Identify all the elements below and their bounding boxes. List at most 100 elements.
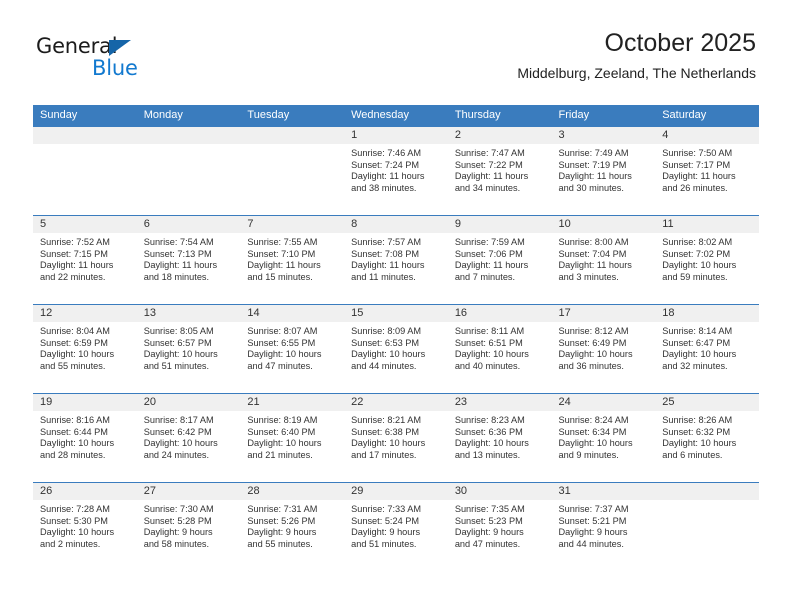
calendar-day-cell[interactable]: 20 Sunrise: 8:17 AM Sunset: 6:42 PM Dayligh… xyxy=(136,393,241,483)
calendar-day-cell[interactable]: 18 Sunrise: 8:14 AM Sunset: 6:47 PM Dayligh… xyxy=(655,304,759,394)
daylight-duration-line2: and 40 minutes. xyxy=(454,360,521,371)
calendar-day-cell[interactable]: 29 Sunrise: 7:33 AM Sunset: 5:24 PM Dayligh… xyxy=(344,482,448,571)
calendar-day-cell[interactable]: 21 Sunrise: 8:19 AM Sunset: 6:40 PM Dayligh… xyxy=(240,393,345,483)
sunrise-time: Sunrise: 8:21 AM xyxy=(351,415,422,425)
sunrise-time: Sunrise: 8:09 AM xyxy=(351,326,422,336)
calendar-day-cell[interactable]: 3 Sunrise: 7:49 AM Sunset: 7:19 PM Daylight… xyxy=(551,126,656,216)
sunrise-time: Sunrise: 8:26 AM xyxy=(662,415,733,425)
daylight-duration-line1: Daylight: 10 hours xyxy=(143,438,218,449)
calendar-day-cell[interactable]: 2 Sunrise: 7:47 AM Sunset: 7:22 PM Daylight… xyxy=(447,126,552,216)
sunrise-time: Sunrise: 7:35 AM xyxy=(454,504,525,514)
daylight-duration-line1: Daylight: 11 hours xyxy=(662,171,736,182)
sunrise-sunset-calendar: Sunday Monday Tuesday Wednesday Thursday… xyxy=(33,105,759,571)
daylight-duration-line2: and 26 minutes. xyxy=(662,182,728,193)
calendar-day-cell[interactable]: 27 Sunrise: 7:30 AM Sunset: 5:28 PM Dayligh… xyxy=(136,482,241,571)
daylight-duration-line2: and 3 minutes. xyxy=(558,271,619,282)
calendar-day-cell[interactable]: 30 Sunrise: 7:35 AM Sunset: 5:23 PM Dayligh… xyxy=(447,482,552,571)
daylight-duration-line1: Daylight: 10 hours xyxy=(454,438,529,449)
calendar-day-cell[interactable]: 12 Sunrise: 8:04 AM Sunset: 6:59 PM Dayligh… xyxy=(33,304,137,394)
day-details: Sunrise: 8:19 AM Sunset: 6:40 PM Daylight:… xyxy=(240,411,344,461)
daylight-duration-line2: and 24 minutes. xyxy=(143,449,210,460)
day-number: 15 xyxy=(344,305,448,322)
calendar-day-cell[interactable]: 9 Sunrise: 7:59 AM Sunset: 7:06 PM Daylight… xyxy=(447,215,552,305)
sunrise-time: Sunrise: 7:57 AM xyxy=(351,237,422,247)
daylight-duration-line1: Daylight: 11 hours xyxy=(558,260,632,271)
day-number: 25 xyxy=(655,394,759,411)
sunrise-time: Sunrise: 8:12 AM xyxy=(558,326,629,336)
weekday-header-row: Sunday Monday Tuesday Wednesday Thursday… xyxy=(33,105,759,127)
day-number: 5 xyxy=(33,216,137,233)
general-blue-logo[interactable]: General Blue xyxy=(36,34,176,84)
calendar-day-cell[interactable]: 26 Sunrise: 7:28 AM Sunset: 5:30 PM Dayligh… xyxy=(33,482,137,571)
calendar-day-cell[interactable]: 8 Sunrise: 7:57 AM Sunset: 7:08 PM Daylight… xyxy=(344,215,448,305)
day-number: 8 xyxy=(344,216,448,233)
calendar-day-cell[interactable]: 1 Sunrise: 7:46 AM Sunset: 7:24 PM Daylight… xyxy=(344,126,448,216)
calendar-day-cell[interactable]: 13 Sunrise: 8:05 AM Sunset: 6:57 PM Dayligh… xyxy=(136,304,241,394)
sunset-time: Sunset: 6:42 PM xyxy=(143,426,212,437)
weekday-header-tuesday: Tuesday xyxy=(240,105,345,127)
day-details: Sunrise: 7:35 AM Sunset: 5:23 PM Daylight:… xyxy=(448,500,552,550)
day-details: Sunrise: 7:57 AM Sunset: 7:08 PM Daylight:… xyxy=(344,233,448,283)
daylight-duration-line1: Daylight: 11 hours xyxy=(247,260,321,271)
daylight-duration-line2: and 32 minutes. xyxy=(662,360,728,371)
weekday-header-monday: Monday xyxy=(136,105,241,127)
sunrise-time: Sunrise: 7:52 AM xyxy=(40,237,110,247)
sunrise-time: Sunrise: 8:17 AM xyxy=(143,415,214,425)
sunset-time: Sunset: 6:59 PM xyxy=(40,337,108,348)
day-number: 30 xyxy=(447,483,552,500)
calendar-day-cell[interactable]: 5 Sunrise: 7:52 AM Sunset: 7:15 PM Daylight… xyxy=(33,215,137,305)
sunset-time: Sunset: 7:13 PM xyxy=(143,248,212,259)
sunset-time: Sunset: 6:47 PM xyxy=(662,337,731,348)
day-number: 19 xyxy=(33,394,137,411)
daylight-duration-line1: Daylight: 10 hours xyxy=(662,349,737,360)
daylight-duration-line1: Daylight: 9 hours xyxy=(558,527,628,538)
calendar-day-cell[interactable]: 17 Sunrise: 8:12 AM Sunset: 6:49 PM Dayligh… xyxy=(551,304,656,394)
calendar-day-cell[interactable]: 4 Sunrise: 7:50 AM Sunset: 7:17 PM Daylight… xyxy=(655,126,759,216)
daylight-duration-line1: Daylight: 11 hours xyxy=(454,260,529,271)
day-number: 28 xyxy=(240,483,345,500)
calendar-day-cell[interactable]: 19 Sunrise: 8:16 AM Sunset: 6:44 PM Dayligh… xyxy=(33,393,137,483)
calendar-day-cell[interactable]: 16 Sunrise: 8:11 AM Sunset: 6:51 PM Dayligh… xyxy=(447,304,552,394)
calendar-day-cell[interactable]: 31 Sunrise: 7:37 AM Sunset: 5:21 PM Dayligh… xyxy=(551,482,656,571)
daylight-duration-line1: Daylight: 10 hours xyxy=(143,349,218,360)
daylight-duration-line1: Daylight: 9 hours xyxy=(351,527,421,538)
day-details: Sunrise: 7:46 AM Sunset: 7:24 PM Daylight:… xyxy=(344,144,448,194)
daylight-duration-line2: and 21 minutes. xyxy=(247,449,313,460)
day-number: 12 xyxy=(33,305,137,322)
calendar-day-cell[interactable]: 25 Sunrise: 8:26 AM Sunset: 6:32 PM Dayligh… xyxy=(655,393,759,483)
day-details: Sunrise: 7:37 AM Sunset: 5:21 PM Daylight:… xyxy=(552,500,656,550)
calendar-day-cell[interactable]: 7 Sunrise: 7:55 AM Sunset: 7:10 PM Daylight… xyxy=(240,215,345,305)
sunrise-time: Sunrise: 7:49 AM xyxy=(558,148,629,158)
calendar-day-cell[interactable]: 23 Sunrise: 8:23 AM Sunset: 6:36 PM Dayligh… xyxy=(447,393,552,483)
day-number: 22 xyxy=(344,394,448,411)
day-details: Sunrise: 8:04 AM Sunset: 6:59 PM Daylight:… xyxy=(33,322,137,372)
day-details: Sunrise: 7:55 AM Sunset: 7:10 PM Daylight:… xyxy=(240,233,344,283)
sunrise-time: Sunrise: 8:16 AM xyxy=(40,415,110,425)
day-details: Sunrise: 8:26 AM Sunset: 6:32 PM Daylight:… xyxy=(655,411,759,461)
calendar-week-row: 5 Sunrise: 7:52 AM Sunset: 7:15 PM Daylight… xyxy=(33,215,759,305)
daylight-duration-line2: and 34 minutes. xyxy=(454,182,521,193)
day-details: Sunrise: 8:09 AM Sunset: 6:53 PM Daylight:… xyxy=(344,322,448,372)
daylight-duration-line1: Daylight: 9 hours xyxy=(454,527,524,538)
sunset-time: Sunset: 6:51 PM xyxy=(454,337,523,348)
daylight-duration-line1: Daylight: 10 hours xyxy=(247,349,322,360)
sunrise-time: Sunrise: 7:37 AM xyxy=(558,504,629,514)
daylight-duration-line2: and 2 minutes. xyxy=(40,538,101,549)
calendar-day-cell[interactable]: 24 Sunrise: 8:24 AM Sunset: 6:34 PM Dayligh… xyxy=(551,393,656,483)
daylight-duration-line2: and 7 minutes. xyxy=(454,271,516,282)
calendar-day-cell-empty xyxy=(240,126,345,216)
sunrise-time: Sunrise: 8:24 AM xyxy=(558,415,629,425)
calendar-day-cell[interactable]: 28 Sunrise: 7:31 AM Sunset: 5:26 PM Dayligh… xyxy=(240,482,345,571)
sunrise-time: Sunrise: 7:47 AM xyxy=(454,148,525,158)
sunrise-time: Sunrise: 8:14 AM xyxy=(662,326,733,336)
sunset-time: Sunset: 5:28 PM xyxy=(143,515,212,526)
calendar-day-cell[interactable]: 15 Sunrise: 8:09 AM Sunset: 6:53 PM Dayligh… xyxy=(344,304,448,394)
calendar-day-cell[interactable]: 11 Sunrise: 8:02 AM Sunset: 7:02 PM Dayligh… xyxy=(655,215,759,305)
calendar-day-cell[interactable]: 14 Sunrise: 8:07 AM Sunset: 6:55 PM Dayligh… xyxy=(240,304,345,394)
calendar-day-cell[interactable]: 6 Sunrise: 7:54 AM Sunset: 7:13 PM Daylight… xyxy=(136,215,241,305)
calendar-day-cell[interactable]: 10 Sunrise: 8:00 AM Sunset: 7:04 PM Dayligh… xyxy=(551,215,656,305)
calendar-day-cell[interactable]: 22 Sunrise: 8:21 AM Sunset: 6:38 PM Dayligh… xyxy=(344,393,448,483)
calendar-week-row: 19 Sunrise: 8:16 AM Sunset: 6:44 PM Dayligh… xyxy=(33,393,759,483)
daylight-duration-line2: and 44 minutes. xyxy=(558,538,624,549)
daylight-duration-line1: Daylight: 11 hours xyxy=(40,260,114,271)
